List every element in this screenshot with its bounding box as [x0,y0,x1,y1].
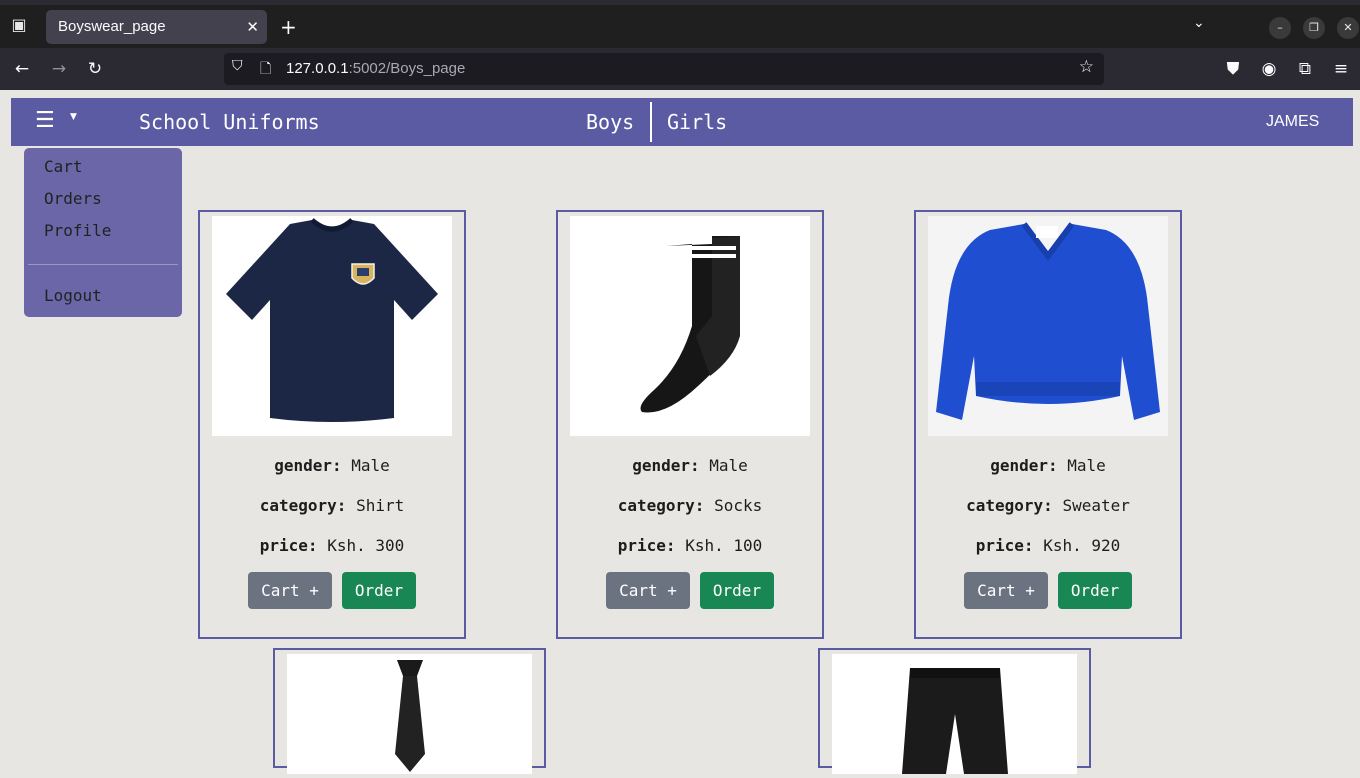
price-value: Ksh. 300 [327,536,405,555]
forward-icon[interactable]: → [47,57,71,81]
product-image [570,216,810,436]
product-card: gender: Male category: Shirt price: Ksh.… [198,210,466,639]
category-value: Socks [714,496,763,515]
dropdown-divider [28,264,178,265]
extensions-icon[interactable]: ⧉ [1293,57,1317,81]
dropdown-item-profile[interactable]: Profile [44,221,111,241]
url-text[interactable]: 127.0.0.1:5002/Boys_page [286,53,465,85]
add-to-cart-button[interactable]: Cart + [248,572,332,609]
user-dropdown-menu: Cart Orders Profile Logout [24,148,182,317]
minimize-icon[interactable]: – [1269,17,1291,39]
user-name[interactable]: JAMES [1266,112,1319,132]
site-header: ☰ ▼ School Uniforms Boys Girls JAMES [11,98,1353,146]
order-button[interactable]: Order [342,572,416,609]
price-label: price: [617,536,676,555]
gender-value: Male [709,456,748,475]
product-card [273,648,546,774]
category-label: category: [617,496,705,515]
price-value: Ksh. 100 [685,536,763,555]
gender-value: Male [351,456,390,475]
category-label: category: [966,496,1053,515]
blue-sweater-icon [936,222,1160,420]
dropdown-item-logout[interactable]: Logout [44,286,102,306]
gender-label: gender: [274,456,342,475]
close-tab-icon[interactable]: ✕ [246,10,259,44]
shield-icon[interactable]: ⛉ [232,58,243,74]
price-label: price: [975,536,1034,555]
nav-link-boys[interactable]: Boys [586,110,634,134]
gender-label: gender: [990,456,1058,475]
navy-tshirt-icon [226,218,438,422]
tab-list-icon[interactable]: ▣ [8,15,30,37]
restore-icon[interactable]: ❐ [1303,17,1325,39]
reload-icon[interactable]: ↻ [83,57,107,81]
browser-tab[interactable]: Boyswear_page ✕ [46,10,267,44]
product-card [818,648,1091,774]
tab-overflow-chevron-icon[interactable]: ⌄ [1193,15,1205,31]
product-image [212,216,452,436]
product-image [928,216,1168,436]
close-window-icon[interactable]: ✕ [1337,17,1359,39]
product-image [832,654,1077,774]
category-value: Sweater [1062,496,1130,515]
pocket-icon[interactable]: ⛊ [1221,57,1245,81]
category-value: Shirt [356,496,405,515]
browser-toolbar: ← → ↻ ⛉ 🗋 127.0.0.1:5002/Boys_page ☆ ⛊ ◉… [0,48,1360,90]
account-icon[interactable]: ◉ [1257,57,1281,81]
gender-label: gender: [632,456,700,475]
add-to-cart-button[interactable]: Cart + [606,572,690,609]
page-icon[interactable]: 🗋 [260,58,271,82]
dropdown-item-orders[interactable]: Orders [44,189,102,209]
order-button[interactable]: Order [700,572,774,609]
nav-link-girls[interactable]: Girls [667,110,727,134]
address-bar[interactable]: ⛉ 🗋 127.0.0.1:5002/Boys_page ☆ [224,53,1104,85]
order-button[interactable]: Order [1058,572,1132,609]
product-card: gender: Male category: Socks price: Ksh.… [556,210,824,639]
product-card: gender: Male category: Sweater price: Ks… [914,210,1182,639]
caret-down-icon[interactable]: ▼ [70,112,77,122]
nav-divider [650,102,652,142]
browser-tab-bar: ▣ Boyswear_page ✕ + ⌄ – ❐ ✕ [0,0,1360,48]
category-label: category: [259,496,347,515]
new-tab-icon[interactable]: + [280,15,297,39]
black-tie-icon [395,660,425,772]
black-shorts-icon [902,668,1008,774]
product-image [287,654,532,774]
bookmark-star-icon[interactable]: ☆ [1079,57,1094,77]
add-to-cart-button[interactable]: Cart + [964,572,1048,609]
back-icon[interactable]: ← [10,57,34,81]
black-sock-icon [640,236,740,413]
hamburger-menu-icon[interactable]: ☰ [35,109,55,133]
dropdown-item-cart[interactable]: Cart [44,157,83,177]
tab-title: Boyswear_page [58,18,166,35]
price-label: price: [259,536,318,555]
gender-value: Male [1067,456,1106,475]
price-value: Ksh. 920 [1043,536,1121,555]
app-menu-icon[interactable]: ≡ [1329,57,1353,81]
brand-title[interactable]: School Uniforms [139,110,320,134]
